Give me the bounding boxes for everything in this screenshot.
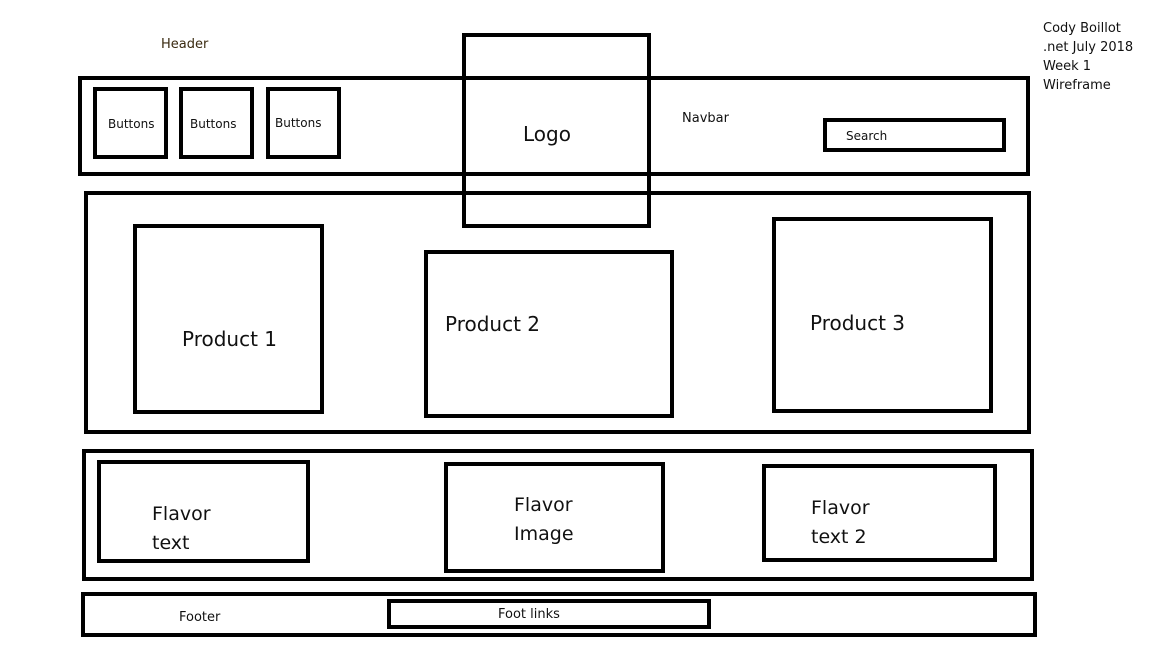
nav-button-3-label: Buttons xyxy=(275,116,322,130)
flavor-text-line: text xyxy=(152,532,190,554)
flavor-text-line: Flavor xyxy=(152,503,211,525)
author-note-line: .net July 2018 xyxy=(1043,40,1134,55)
nav-button-1-label: Buttons xyxy=(108,117,155,131)
author-note-line: Cody Boillot xyxy=(1043,21,1121,36)
footer-label: Footer xyxy=(179,610,221,625)
flavor-image-label: Flavor Image xyxy=(514,491,574,549)
author-note-line: Week 1 xyxy=(1043,59,1092,74)
flavor-text-2-line: text 2 xyxy=(811,526,867,548)
author-note-line: Wireframe xyxy=(1043,78,1111,93)
foot-links-label: Foot links xyxy=(498,607,560,622)
flavor-text-2-line: Flavor xyxy=(811,497,870,519)
flavor-text-2-box xyxy=(762,464,997,562)
product-1-label: Product 1 xyxy=(182,327,278,351)
flavor-image-line: Flavor xyxy=(514,494,573,516)
author-note: Cody Boillot .net July 2018 Week 1 Wiref… xyxy=(1043,19,1133,95)
navbar-label: Navbar xyxy=(682,111,729,126)
product-3-label: Product 3 xyxy=(810,311,906,335)
flavor-text-label: Flavor text xyxy=(152,500,211,558)
nav-button-2-label: Buttons xyxy=(190,117,237,131)
search-label: Search xyxy=(846,129,888,143)
flavor-image-line: Image xyxy=(514,523,574,545)
product-2-label: Product 2 xyxy=(445,312,541,336)
product-card-1[interactable] xyxy=(133,224,324,414)
logo-label: Logo xyxy=(523,122,571,146)
flavor-text-2-label: Flavor text 2 xyxy=(811,494,870,552)
header-label: Header xyxy=(161,37,209,52)
